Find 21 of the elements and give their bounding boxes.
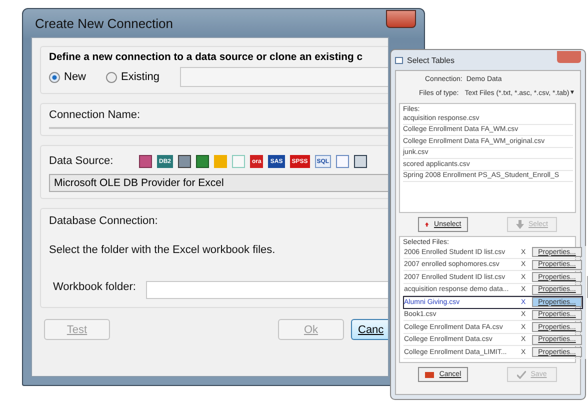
hint-text: Select the folder with the Excel workbook files. <box>49 244 276 256</box>
field-label: Connection Name: <box>49 109 140 121</box>
workbook-folder-field[interactable] <box>146 281 388 299</box>
instruction-text: Define a new connection to a data source or clone an existing c <box>49 52 363 63</box>
checkmark-icon <box>516 370 526 378</box>
field-label: Data Source: <box>49 155 114 167</box>
close-button[interactable] <box>386 10 416 28</box>
section-label: Database Connection: <box>49 215 158 227</box>
cancel-icon <box>425 370 434 378</box>
existing-connection-field[interactable] <box>180 67 388 87</box>
data-source-dropdown[interactable]: Microsoft OLE DB Provider for Excel <box>49 174 388 192</box>
radio-option[interactable]: New <box>49 71 86 83</box>
scrollbar[interactable] <box>585 246 586 358</box>
dialog-button[interactable]: Canc <box>351 319 388 340</box>
field-label: Workbook folder: <box>53 281 136 293</box>
radio-option[interactable]: Existing <box>106 71 160 83</box>
window-title: Create New Connection <box>34 16 174 30</box>
window-icon <box>395 56 403 64</box>
window-title: Select Tables <box>407 56 454 64</box>
down-arrow-icon <box>516 220 524 229</box>
up-arrow-icon <box>425 220 430 229</box>
